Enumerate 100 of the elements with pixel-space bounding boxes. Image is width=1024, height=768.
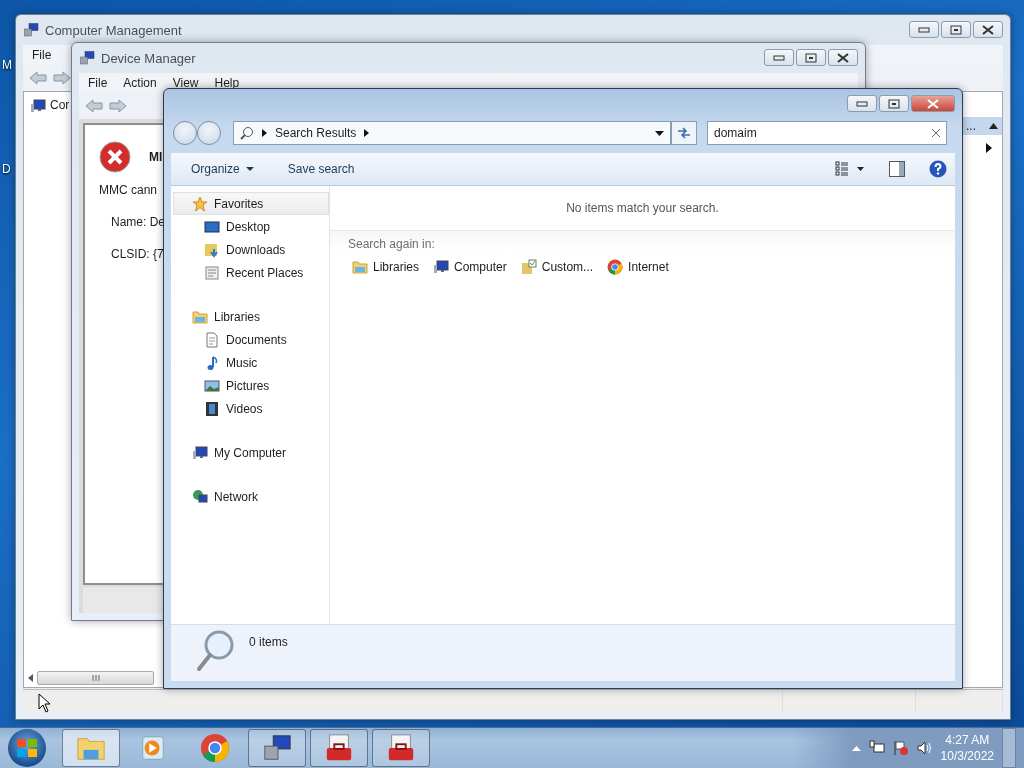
chrome-icon bbox=[200, 733, 230, 763]
nav-item[interactable]: Network bbox=[173, 485, 329, 508]
refresh-icon bbox=[676, 127, 692, 139]
help-icon[interactable] bbox=[929, 160, 947, 178]
maximize-button[interactable] bbox=[941, 21, 971, 38]
tree-item[interactable]: Cor bbox=[50, 98, 70, 112]
item-count: 0 items bbox=[249, 634, 288, 651]
collapse-arrow-icon[interactable] bbox=[989, 123, 998, 129]
clear-icon[interactable] bbox=[932, 129, 940, 137]
nav-item[interactable]: Music bbox=[173, 351, 329, 374]
menu-item[interactable]: View bbox=[172, 76, 199, 90]
film-icon bbox=[204, 400, 220, 417]
error-text: CLSID: {7 bbox=[111, 247, 164, 261]
nav-item[interactable]: Favorites bbox=[173, 192, 329, 215]
address-bar[interactable]: Search Results bbox=[233, 121, 671, 145]
star-icon bbox=[192, 195, 208, 212]
maximize-icon bbox=[805, 52, 817, 63]
nav-item[interactable]: My Computer bbox=[173, 441, 329, 464]
flag-alert-icon[interactable] bbox=[892, 740, 909, 756]
maximize-icon bbox=[950, 24, 962, 35]
computer-icon bbox=[192, 444, 208, 461]
folder-download-icon bbox=[204, 241, 220, 258]
menu-item[interactable]: File bbox=[88, 76, 108, 90]
menu-item[interactable]: File bbox=[32, 48, 52, 62]
toolbar-button[interactable]: Save search bbox=[281, 158, 361, 180]
maximize-button[interactable] bbox=[796, 49, 826, 66]
close-icon bbox=[837, 52, 849, 63]
breadcrumb-arrow-icon[interactable] bbox=[262, 129, 267, 137]
breadcrumb-item[interactable]: Search Results bbox=[275, 126, 357, 140]
close-button[interactable] bbox=[828, 49, 858, 66]
desktop-icon-label[interactable]: M bbox=[2, 58, 12, 72]
search-location-link[interactable]: Libraries bbox=[352, 259, 420, 275]
actions-header-text: ... bbox=[966, 119, 976, 133]
error-text: MMC cann bbox=[99, 183, 157, 197]
music-note-icon bbox=[204, 354, 220, 371]
speaker-icon[interactable] bbox=[916, 740, 933, 756]
menu-item[interactable]: Action bbox=[123, 76, 157, 90]
forward-button[interactable] bbox=[197, 121, 221, 145]
start-button[interactable] bbox=[8, 729, 46, 767]
nav-item[interactable]: Pictures bbox=[173, 374, 329, 397]
search-again-label: Search again in: bbox=[348, 237, 436, 251]
search-location-link[interactable]: Custom... bbox=[520, 259, 594, 275]
computer-management-icon bbox=[23, 22, 39, 38]
show-hidden-icons-icon[interactable] bbox=[851, 745, 861, 751]
close-button[interactable] bbox=[973, 21, 1003, 38]
library-folder-icon bbox=[192, 308, 208, 325]
computer-icon bbox=[433, 259, 450, 275]
taskbar-button[interactable] bbox=[310, 729, 368, 767]
breadcrumb-arrow-icon[interactable] bbox=[364, 129, 370, 137]
horizontal-scrollbar[interactable] bbox=[28, 671, 154, 685]
toolbar-button[interactable]: Organize bbox=[185, 158, 260, 180]
computer-management-icon bbox=[262, 733, 292, 763]
taskbar-button[interactable] bbox=[372, 729, 430, 767]
nav-item[interactable]: Videos bbox=[173, 397, 329, 420]
actions-header[interactable]: ... bbox=[962, 117, 1002, 135]
network-status-icon[interactable] bbox=[868, 740, 885, 756]
nav-item[interactable]: Desktop bbox=[173, 215, 329, 238]
chrome-icon bbox=[607, 259, 624, 275]
search-location-link[interactable]: Computer bbox=[433, 259, 507, 275]
forward-arrow-icon[interactable] bbox=[53, 71, 71, 85]
nav-item[interactable]: Recent Places bbox=[173, 261, 329, 284]
back-button[interactable] bbox=[173, 121, 197, 145]
expand-arrow-icon[interactable] bbox=[986, 143, 992, 153]
search-field[interactable]: domaim bbox=[707, 121, 947, 145]
desktop-icon-label[interactable]: D bbox=[2, 162, 11, 176]
taskbar-button[interactable] bbox=[62, 729, 120, 767]
nav-item[interactable]: Downloads bbox=[173, 238, 329, 261]
maximize-icon bbox=[888, 98, 900, 109]
refresh-button[interactable] bbox=[671, 121, 697, 145]
library-folder-icon bbox=[352, 259, 368, 275]
minimize-icon bbox=[773, 54, 785, 61]
error-icon bbox=[99, 141, 131, 173]
close-icon bbox=[927, 98, 939, 109]
computer-management-icon bbox=[79, 50, 95, 66]
minimize-button[interactable] bbox=[909, 21, 939, 38]
mouse-cursor-icon bbox=[38, 693, 51, 713]
maximize-button[interactable] bbox=[879, 95, 909, 112]
nav-item[interactable]: Documents bbox=[173, 328, 329, 351]
search-location-link[interactable]: Internet bbox=[607, 259, 669, 275]
menu-item[interactable]: Help bbox=[214, 76, 240, 90]
document-icon bbox=[204, 331, 220, 348]
minimize-button[interactable] bbox=[847, 95, 877, 112]
recent-places-icon bbox=[204, 264, 220, 281]
desktop-icon bbox=[204, 218, 220, 235]
scroll-left-arrow-icon[interactable] bbox=[28, 674, 33, 682]
minimize-button[interactable] bbox=[764, 49, 794, 66]
computer-icon bbox=[30, 98, 46, 114]
network-icon bbox=[192, 488, 208, 505]
view-options-icon[interactable] bbox=[835, 161, 865, 177]
minimize-icon bbox=[918, 26, 930, 33]
caret-icon bbox=[245, 167, 254, 171]
error-heading: MI bbox=[149, 150, 163, 164]
minimize-icon bbox=[856, 100, 868, 107]
window-title: Device Manager bbox=[101, 50, 197, 66]
taskbar-button[interactable] bbox=[248, 729, 306, 767]
toolbox-icon bbox=[324, 733, 354, 763]
nav-item[interactable]: Libraries bbox=[173, 305, 329, 328]
preview-pane-icon[interactable] bbox=[889, 161, 905, 177]
dropdown-arrow-icon[interactable] bbox=[655, 130, 664, 136]
grip-icon bbox=[91, 675, 100, 681]
